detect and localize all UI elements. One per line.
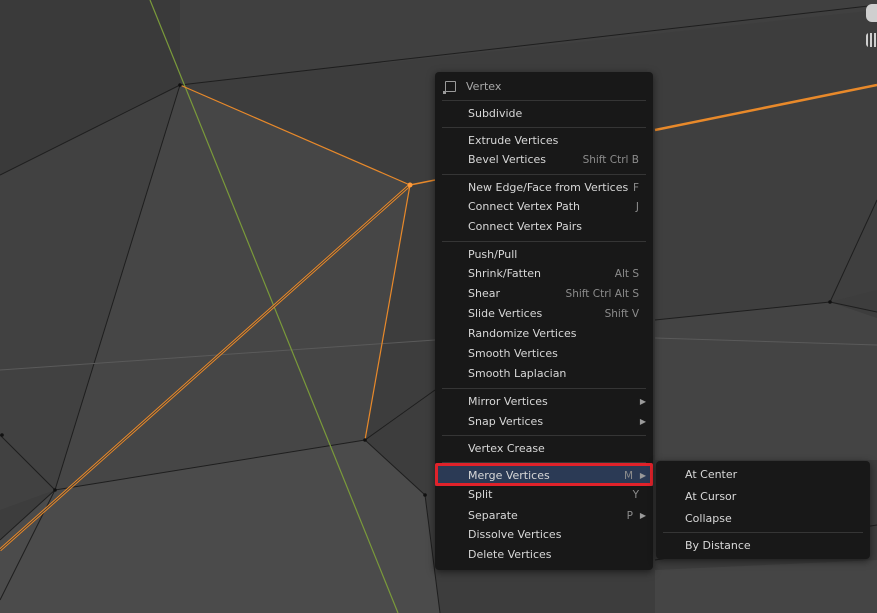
item-label: Smooth Vertices <box>468 347 558 360</box>
menu-item-split[interactable]: Split Y <box>435 485 653 505</box>
item-shortcut: F <box>632 182 639 194</box>
menu-item-slide-vertices[interactable]: Slide Vertices Shift V <box>435 304 653 324</box>
item-label: At Center <box>685 468 738 481</box>
menu-item-vertex-crease[interactable]: Vertex Crease <box>435 439 653 459</box>
item-label: New Edge/Face from Vertices <box>468 181 629 194</box>
item-label: Delete Vertices <box>468 548 552 561</box>
item-shortcut: M <box>623 470 633 482</box>
menu-item-dissolve-vertices[interactable]: Dissolve Vertices <box>435 525 653 545</box>
item-label: Push/Pull <box>468 248 518 261</box>
menu-item-merge-vertices[interactable]: Merge Vertices M ▶ <box>435 466 653 486</box>
item-label: Split <box>468 488 493 501</box>
submenu-arrow-icon: ▶ <box>639 511 646 520</box>
submenu-item-by-distance[interactable]: By Distance <box>656 536 870 556</box>
mesh-edge <box>364 389 436 441</box>
separator <box>442 174 646 175</box>
submenu-arrow-icon: ▶ <box>639 397 646 406</box>
separator <box>442 127 646 128</box>
item-label: Dissolve Vertices <box>468 528 562 541</box>
menu-item-bevel-vertices[interactable]: Bevel Vertices Shift Ctrl B <box>435 150 653 170</box>
item-label: By Distance <box>685 539 751 552</box>
submenu-item-collapse[interactable]: Collapse <box>656 509 870 529</box>
item-label: At Cursor <box>685 490 737 503</box>
menu-item-shear[interactable]: Shear Shift Ctrl Alt S <box>435 284 653 304</box>
item-label: Connect Vertex Pairs <box>468 220 583 233</box>
submenu-arrow-icon: ▶ <box>639 417 646 426</box>
vertex <box>363 438 367 442</box>
item-label: Collapse <box>685 512 732 525</box>
submenu-item-at-center[interactable]: At Center <box>656 465 870 485</box>
item-label: Bevel Vertices <box>468 153 547 166</box>
menu-item-subdivide[interactable]: Subdivide <box>435 104 653 124</box>
menu-item-separate[interactable]: Separate P ▶ <box>435 506 653 526</box>
item-label: Shrink/Fatten <box>468 267 542 280</box>
menu-item-randomize-vertices[interactable]: Randomize Vertices <box>435 324 653 344</box>
item-label: Snap Vertices <box>468 415 544 428</box>
menu-item-connect-vertex-path[interactable]: Connect Vertex Path J <box>435 197 653 217</box>
menu-item-mirror-vertices[interactable]: Mirror Vertices ▶ <box>435 392 653 412</box>
item-shortcut: Shift Ctrl B <box>582 154 639 166</box>
item-label: Extrude Vertices <box>468 134 559 147</box>
submenu-arrow-icon: ▶ <box>639 471 646 480</box>
vertex <box>53 488 57 492</box>
separator <box>442 462 646 463</box>
menu-item-push-pull[interactable]: Push/Pull <box>435 245 653 265</box>
item-label: Shear <box>468 287 500 300</box>
menu-item-snap-vertices[interactable]: Snap Vertices ▶ <box>435 412 653 432</box>
item-label: Subdivide <box>468 107 523 120</box>
item-shortcut: Shift V <box>604 308 639 320</box>
vertex-select-icon <box>443 81 456 94</box>
item-shortcut: Y <box>632 489 639 501</box>
item-shortcut: J <box>635 201 639 213</box>
camera-icon[interactable] <box>866 4 877 22</box>
grid-icon[interactable] <box>866 33 877 47</box>
selected-edge <box>409 179 436 186</box>
item-label: Smooth Laplacian <box>468 367 567 380</box>
menu-header: Vertex <box>435 77 653 97</box>
item-label: Separate <box>468 509 518 522</box>
mesh-face <box>655 85 877 320</box>
vertex <box>423 493 427 497</box>
selected-vertex <box>407 182 413 188</box>
submenu-item-at-cursor[interactable]: At Cursor <box>656 487 870 507</box>
item-label: Merge Vertices <box>468 469 550 482</box>
vertex <box>0 433 4 437</box>
menu-item-connect-vertex-pairs[interactable]: Connect Vertex Pairs <box>435 217 653 237</box>
item-shortcut: Alt S <box>614 268 639 280</box>
item-shortcut: Shift Ctrl Alt S <box>565 288 639 300</box>
item-label: Connect Vertex Path <box>468 200 580 213</box>
menu-item-shrink-fatten[interactable]: Shrink/Fatten Alt S <box>435 264 653 284</box>
item-label: Randomize Vertices <box>468 327 577 340</box>
vertex <box>178 83 182 87</box>
item-label: Mirror Vertices <box>468 395 548 408</box>
separator <box>442 388 646 389</box>
menu-title: Vertex <box>466 80 502 93</box>
menu-item-smooth-laplacian[interactable]: Smooth Laplacian <box>435 364 653 384</box>
menu-item-delete-vertices[interactable]: Delete Vertices <box>435 545 653 565</box>
item-shortcut: P <box>626 510 633 522</box>
merge-vertices-submenu: At Center At Cursor Collapse By Distance <box>656 461 870 559</box>
item-label: Slide Vertices <box>468 307 543 320</box>
vertex-context-menu: Vertex Subdivide Extrude Vertices Bevel … <box>435 72 653 570</box>
menu-item-extrude-vertices[interactable]: Extrude Vertices <box>435 131 653 151</box>
separator <box>663 532 863 533</box>
separator <box>442 435 646 436</box>
separator <box>442 100 646 101</box>
separator <box>442 241 646 242</box>
vertex <box>828 300 832 304</box>
menu-item-new-edge-face[interactable]: New Edge/Face from Vertices F <box>435 178 653 198</box>
item-label: Vertex Crease <box>468 442 545 455</box>
mesh-face <box>655 302 877 460</box>
menu-item-smooth-vertices[interactable]: Smooth Vertices <box>435 344 653 364</box>
mesh-face <box>655 560 877 613</box>
